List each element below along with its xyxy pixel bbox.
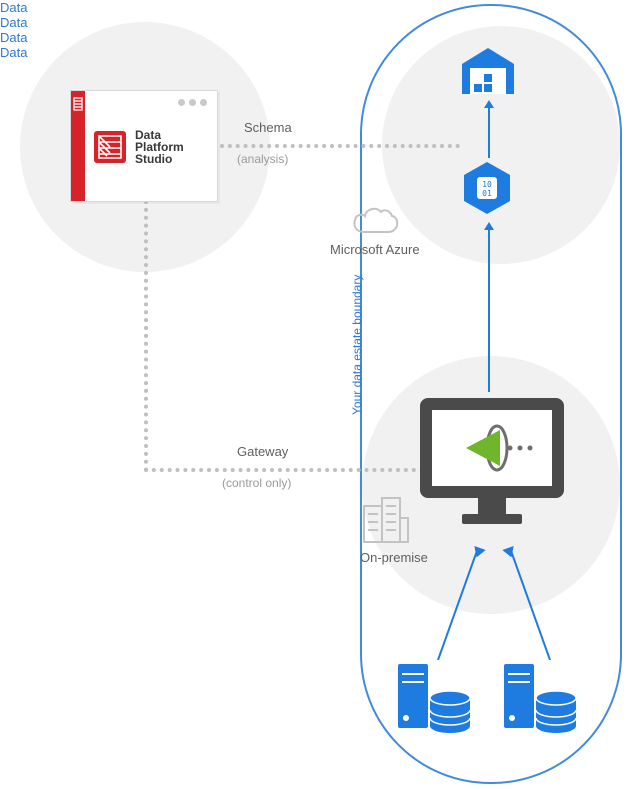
boundary-vertical-label: Your data estate boundary — [350, 275, 364, 415]
studio-brand: Data Platform Studio — [93, 129, 184, 165]
monitor-icon — [412, 394, 572, 530]
svg-text:10: 10 — [482, 180, 492, 189]
arrow-to-warehouse — [484, 100, 494, 158]
studio-accent-bar — [71, 91, 85, 201]
connector-schema — [220, 144, 460, 148]
connector-gateway — [144, 468, 424, 472]
studio-app-card: Data Platform Studio — [70, 90, 218, 202]
server-db-left-icon — [394, 660, 474, 740]
arrow-from-server-left — [430, 538, 490, 660]
connector-vertical — [144, 200, 148, 472]
arrow-from-server-right — [498, 538, 558, 660]
studio-brand-line3: Studio — [135, 153, 184, 165]
svg-text:01: 01 — [482, 189, 492, 198]
schema-label: Schema — [244, 120, 292, 135]
onprem-label: On-premise — [360, 550, 428, 565]
studio-logo-icon — [93, 130, 127, 164]
studio-window-controls — [178, 99, 207, 106]
arrow-to-hexagon — [484, 222, 494, 392]
server-db-right-icon — [500, 660, 580, 740]
gateway-label: Gateway — [237, 444, 288, 459]
schema-sub-label: (analysis) — [237, 152, 288, 166]
buildings-icon — [360, 494, 410, 544]
studio-accent-icon — [73, 97, 83, 111]
warehouse-icon — [460, 46, 516, 96]
cloud-icon — [350, 204, 400, 238]
hexagon-service-icon: 10 01 — [462, 160, 512, 216]
gateway-sub-label: (control only) — [222, 476, 291, 490]
azure-cloud-label: Microsoft Azure — [330, 242, 420, 257]
